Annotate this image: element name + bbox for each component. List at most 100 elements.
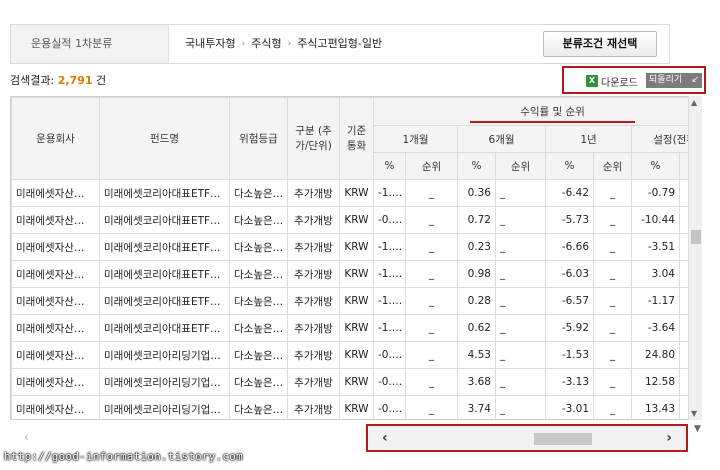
cell-risk: 다소높은… xyxy=(229,287,288,315)
left-arrow-icon[interactable]: ‹ xyxy=(24,430,29,444)
cell-m1: -1.… xyxy=(373,314,406,342)
cell-r1: _ xyxy=(405,368,458,396)
cell-r1: _ xyxy=(405,206,458,234)
collapse-arrow-icon: ↙ xyxy=(691,75,699,85)
crumb-domestic[interactable]: 국내투자형 xyxy=(185,25,236,63)
cell-m1: -1.… xyxy=(373,179,406,207)
download-button[interactable]: X 다운로드 xyxy=(586,74,638,89)
header-returns-label: 수익률 및 순위 xyxy=(520,106,585,118)
reselect-filter-button[interactable]: 분류조건 재선택 xyxy=(543,31,657,57)
cell-ry: _ xyxy=(593,206,632,234)
table-body: 미래에셋자산… 미래에셋코리아대표ETF… 다소높은… 추가개방 KRW -1.… _ 0.3… xyxy=(11,179,701,419)
cell-risk: 다소높은… xyxy=(229,260,288,288)
cell-ry: _ xyxy=(593,341,632,369)
filter-label: 운용실적 1차분류 xyxy=(11,25,169,63)
cell-m6: 3.68 xyxy=(457,368,496,396)
cell-r1: _ xyxy=(405,260,458,288)
cell-since: 3.04 xyxy=(631,260,680,288)
cell-type: 추가개방 xyxy=(287,233,340,261)
cell-risk: 다소높은… xyxy=(229,314,288,342)
cell-y1: -1.53 xyxy=(545,341,594,369)
cell-m6: 0.28 xyxy=(457,287,496,315)
cell-since: 13.43 xyxy=(631,395,680,419)
cell-fund[interactable]: 미래에셋코리아대표ETF… xyxy=(99,206,230,234)
cell-company: 미래에셋자산… xyxy=(11,233,100,261)
cell-m6: 0.98 xyxy=(457,260,496,288)
cell-currency: KRW xyxy=(339,260,374,288)
header-company: 운용회사 xyxy=(11,97,100,180)
cell-currency: KRW xyxy=(339,179,374,207)
cell-ry: _ xyxy=(593,314,632,342)
cell-currency: KRW xyxy=(339,341,374,369)
cell-since: 12.58 xyxy=(631,368,680,396)
header-period-1m: 1개월 xyxy=(373,125,458,153)
cell-ry: _ xyxy=(593,260,632,288)
cell-company: 미래에셋자산… xyxy=(11,368,100,396)
cell-r6: _ xyxy=(495,395,546,419)
cell-fund[interactable]: 미래에셋코리아대표ETF… xyxy=(99,179,230,207)
header-pct: % xyxy=(373,152,406,180)
cell-risk: 다소높은… xyxy=(229,206,288,234)
cell-type: 추가개방 xyxy=(287,287,340,315)
cell-company: 미래에셋자산… xyxy=(11,179,100,207)
cell-fund[interactable]: 미래에셋코리아대표ETF… xyxy=(99,314,230,342)
breadcrumb: 국내투자형 › 주식형 › 주식고편입형-일반 xyxy=(185,25,382,63)
highlight-underline xyxy=(470,121,636,123)
cell-risk: 다소높은… xyxy=(229,179,288,207)
cell-y1: -3.13 xyxy=(545,368,594,396)
cell-type: 추가개방 xyxy=(287,395,340,419)
horizontal-scroll-thumb[interactable] xyxy=(534,433,592,445)
cell-since: -0.79 xyxy=(631,179,680,207)
header-fund-name: 펀드명 xyxy=(99,97,230,180)
cell-r6: _ xyxy=(495,233,546,261)
results-table-container[interactable]: 운용회사 펀드명 위험등급 구분 (추가/단위) 기준통화 수익률 및 순위 1… xyxy=(10,96,702,420)
cell-fund[interactable]: 미래에셋코리아리딩기업… xyxy=(99,368,230,396)
scroll-up-icon[interactable]: ▲ xyxy=(691,98,697,107)
cell-y1: -6.57 xyxy=(545,287,594,315)
scroll-down-small-icon[interactable]: ▼ xyxy=(694,424,701,434)
cell-r6: _ xyxy=(495,314,546,342)
cell-r6: _ xyxy=(495,368,546,396)
cell-fund[interactable]: 미래에셋코리아대표ETF… xyxy=(99,233,230,261)
vertical-scroll-thumb[interactable] xyxy=(691,230,701,244)
results-table: 운용회사 펀드명 위험등급 구분 (추가/단위) 기준통화 수익률 및 순위 1… xyxy=(11,97,701,419)
cell-type: 추가개방 xyxy=(287,206,340,234)
cell-m1: -1.… xyxy=(373,287,406,315)
table-row[interactable]: 미래에셋자산… 미래에셋코리아리딩기업… 다소높은… 추가개방 KRW -0.… _ 3.74… xyxy=(11,395,701,419)
horizontal-scrollbar[interactable]: ‹ › xyxy=(366,424,688,452)
cell-r1: _ xyxy=(405,314,458,342)
cell-ry: _ xyxy=(593,179,632,207)
cell-risk: 다소높은… xyxy=(229,395,288,419)
vertical-scrollbar[interactable]: ▲ ▼ xyxy=(688,96,702,420)
result-number: 2,791 xyxy=(57,74,93,87)
scroll-left-icon[interactable]: ‹ xyxy=(382,430,388,446)
table-row[interactable]: 미래에셋자산… 미래에셋코리아대표ETF… 다소높은… 추가개방 KRW -0.… _ 0.7… xyxy=(11,206,701,234)
scroll-down-icon[interactable]: ▼ xyxy=(691,409,697,418)
result-suffix: 건 xyxy=(95,74,107,87)
scroll-right-icon[interactable]: › xyxy=(666,430,672,446)
table-row[interactable]: 미래에셋자산… 미래에셋코리아대표ETF… 다소높은… 추가개방 KRW -1.… _ 0.2… xyxy=(11,287,701,315)
crumb-equity-general[interactable]: 주식고편입형-일반 xyxy=(297,25,382,63)
cell-type: 추가개방 xyxy=(287,341,340,369)
table-row[interactable]: 미래에셋자산… 미래에셋코리아리딩기업… 다소높은… 추가개방 KRW -0.… _ 3.68… xyxy=(11,368,701,396)
cell-m1: -0.… xyxy=(373,368,406,396)
cell-type: 추가개방 xyxy=(287,260,340,288)
header-pct: % xyxy=(545,152,594,180)
header-rank: 순위 xyxy=(593,152,632,180)
table-row[interactable]: 미래에셋자산… 미래에셋코리아대표ETF… 다소높은… 추가개방 KRW -1.… _ 0.9… xyxy=(11,260,701,288)
header-period-6m: 6개월 xyxy=(457,125,546,153)
table-row[interactable]: 미래에셋자산… 미래에셋코리아대표ETF… 다소높은… 추가개방 KRW -1.… _ 0.3… xyxy=(11,179,701,207)
cell-r6: _ xyxy=(495,206,546,234)
header-rank: 순위 xyxy=(495,152,546,180)
cell-fund[interactable]: 미래에셋코리아대표ETF… xyxy=(99,260,230,288)
cell-y1: -6.03 xyxy=(545,260,594,288)
table-row[interactable]: 미래에셋자산… 미래에셋코리아대표ETF… 다소높은… 추가개방 KRW -1.… _ 0.6… xyxy=(11,314,701,342)
cell-fund[interactable]: 미래에셋코리아대표ETF… xyxy=(99,287,230,315)
cell-fund[interactable]: 미래에셋코리아리딩기업… xyxy=(99,341,230,369)
table-row[interactable]: 미래에셋자산… 미래에셋코리아대표ETF… 다소높은… 추가개방 KRW -1.… _ 0.2… xyxy=(11,233,701,261)
table-row[interactable]: 미래에셋자산… 미래에셋코리아리딩기업… 다소높은… 추가개방 KRW -0.… _ 4.53… xyxy=(11,341,701,369)
cell-fund[interactable]: 미래에셋코리아리딩기업… xyxy=(99,395,230,419)
fold-button[interactable]: 되돌리기 ↙ xyxy=(646,73,702,88)
header-returns-group: 수익률 및 순위 xyxy=(372,97,701,126)
crumb-equity[interactable]: 주식형 xyxy=(251,25,281,63)
